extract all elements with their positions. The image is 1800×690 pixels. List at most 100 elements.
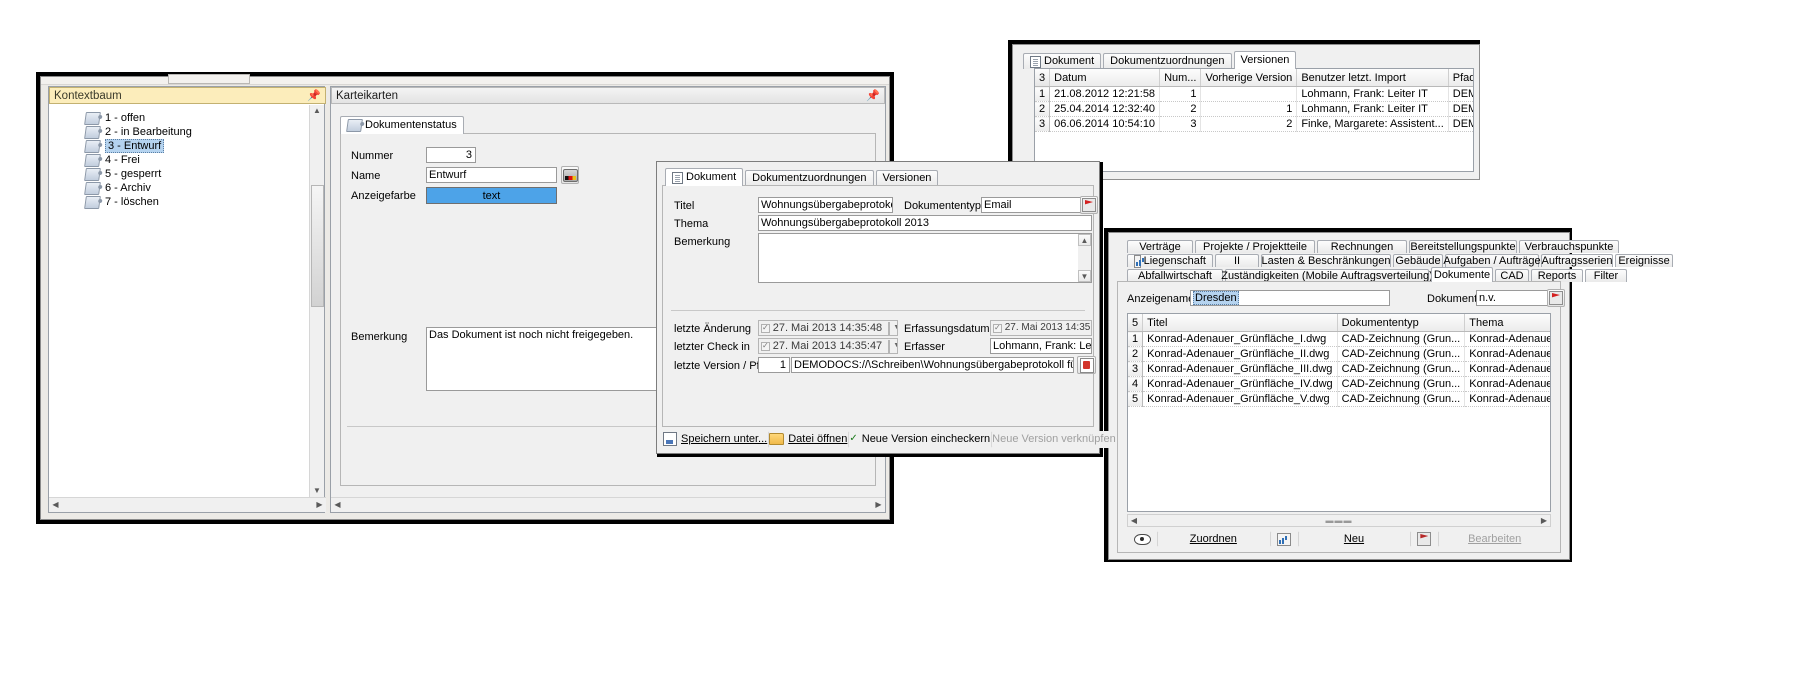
dokumententyp-flag-button[interactable] bbox=[1080, 196, 1098, 214]
tab-dokumentenstatus[interactable]: Dokumentenstatus bbox=[340, 116, 464, 134]
bearbeiten-button[interactable]: Bearbeiten bbox=[1438, 531, 1552, 547]
tab-label: Dokumentzuordnungen bbox=[752, 172, 867, 184]
bemerkung-textarea[interactable] bbox=[758, 233, 1092, 283]
scroll-up-arrow[interactable]: ▲ bbox=[310, 105, 324, 118]
tree-item-3[interactable]: 4 - Frei bbox=[50, 153, 308, 167]
col-pfad[interactable]: Pfad bbox=[1448, 69, 1473, 87]
dokument-input[interactable]: n.v. bbox=[1476, 290, 1548, 306]
table-row[interactable]: 4 Konrad-Adenauer_Grünfläche_IV.dwg CAD-… bbox=[1128, 376, 1550, 392]
scroll-left-arrow[interactable]: ◀ bbox=[49, 499, 62, 511]
tree-item-2[interactable]: 3 - Entwurf bbox=[50, 139, 308, 153]
table-row[interactable]: 1 Konrad-Adenauer_Grünfläche_I.dwg CAD-Z… bbox=[1128, 331, 1550, 347]
dokumente-hscrollbar[interactable]: ◀ ▬▬▬ ▶ bbox=[1127, 514, 1551, 527]
table-row[interactable]: 2 Konrad-Adenauer_Grünfläche_II.dwg CAD-… bbox=[1128, 346, 1550, 362]
dokumententyp-input[interactable]: Email bbox=[981, 197, 1081, 213]
chevron-down-icon[interactable]: ▼ bbox=[893, 321, 897, 335]
kontextbaum-tree[interactable]: 1 - offen 2 - in Bearbeitung 3 - Entwurf… bbox=[50, 105, 308, 498]
col-vorherige-version[interactable]: Vorherige Version bbox=[1200, 69, 1298, 87]
vorschau-button[interactable] bbox=[1127, 531, 1157, 547]
tab-versionen[interactable]: Versionen bbox=[1233, 51, 1297, 69]
erfassungsdatum-checkbox[interactable]: ✓ bbox=[993, 323, 1002, 333]
kontextbaum-vscrollbar[interactable]: ▲ ▼ bbox=[309, 105, 324, 498]
letzte-aenderung-checkbox[interactable]: ✓ bbox=[761, 323, 770, 333]
thema-input[interactable]: Wohnungsübergabeprotokoll 2013 bbox=[758, 215, 1092, 231]
letzte-aenderung-datepicker[interactable]: ✓ 27. Mai 2013 14:35:48 ▼ bbox=[758, 320, 898, 336]
nummer-input[interactable]: 3 bbox=[426, 147, 476, 163]
col-datum[interactable]: Datum bbox=[1049, 69, 1161, 87]
tab-dokument[interactable]: Dokument bbox=[665, 168, 744, 186]
scroll-thumb[interactable] bbox=[311, 185, 324, 307]
anzeigename-value: Dresden bbox=[1193, 291, 1239, 305]
table-row[interactable]: 5 Konrad-Adenauer_Grünfläche_V.dwg CAD-Z… bbox=[1128, 391, 1550, 407]
neue-version-eincheckern-button[interactable]: ✓ Neue Version eincheckern bbox=[848, 430, 992, 448]
neue-version-verknuepfen-button[interactable]: Neue Version verknüpfen bbox=[991, 430, 1117, 448]
tree-item-label: 1 - offen bbox=[105, 112, 146, 124]
erfassungsdatum-datepicker[interactable]: ✓ 27. Mai 2013 14:35:48 ▼ bbox=[990, 320, 1092, 336]
loeschen-button[interactable] bbox=[1410, 531, 1439, 547]
pin-icon[interactable]: 📌 bbox=[866, 88, 880, 104]
zuordnen-button[interactable]: Zuordnen bbox=[1157, 531, 1270, 547]
scroll-right-arrow[interactable]: ▶ bbox=[872, 499, 885, 511]
titel-input[interactable]: Wohnungsübergabeprotokoll für Ema bbox=[758, 197, 893, 213]
stamp-button[interactable] bbox=[561, 166, 579, 184]
spinner[interactable] bbox=[888, 339, 891, 353]
tab-filter[interactable]: Filter bbox=[1585, 269, 1627, 282]
status-icon bbox=[84, 153, 101, 167]
letzte-version-path[interactable]: DEMODOCS://\Schreiben\Wohnungsübergabepr… bbox=[791, 357, 1074, 373]
versions-grid[interactable]: 3 Datum Num... Vorherige Version Benutze… bbox=[1034, 68, 1474, 172]
col-titel[interactable]: Titel bbox=[1142, 314, 1338, 332]
table-row[interactable]: 1 21.08.2012 12:21:58 1 Lohmann, Frank: … bbox=[1035, 86, 1473, 102]
table-row[interactable]: 3 06.06.2014 10:54:10 3 2 Finke, Margare… bbox=[1035, 116, 1473, 132]
datei-oeffnen-button[interactable]: Datei öffnen bbox=[768, 430, 849, 448]
spinner[interactable] bbox=[888, 321, 891, 335]
tab-dokument[interactable]: Dokument bbox=[1023, 53, 1102, 69]
tree-item-6[interactable]: 7 - löschen bbox=[50, 195, 308, 209]
scroll-left-arrow[interactable]: ◀ bbox=[1128, 515, 1140, 527]
col-num[interactable]: Num... bbox=[1159, 69, 1202, 87]
scroll-down-arrow[interactable]: ▼ bbox=[1078, 270, 1091, 282]
tree-item-4[interactable]: 5 - gesperrt bbox=[50, 167, 308, 181]
col-dokumententyp[interactable]: Dokumententyp bbox=[1337, 314, 1466, 332]
chevron-down-icon[interactable]: ▼ bbox=[893, 339, 897, 353]
col-benutzer[interactable]: Benutzer letzt. Import bbox=[1296, 69, 1449, 87]
scroll-right-arrow[interactable]: ▶ bbox=[313, 499, 326, 511]
erfasser-input[interactable]: Lohmann, Frank: Leiter IT bbox=[990, 338, 1092, 354]
letzter-checkin-datepicker[interactable]: ✓ 27. Mai 2013 14:35:47 ▼ bbox=[758, 338, 898, 354]
tab-dokumentzuordnungen[interactable]: Dokumentzuordnungen bbox=[745, 170, 874, 186]
dokumente-grid[interactable]: 5 Titel Dokumententyp Thema 1 Konrad-Ade… bbox=[1127, 313, 1551, 512]
letzter-checkin-checkbox[interactable]: ✓ bbox=[761, 341, 770, 351]
letzte-version-number[interactable]: 1 bbox=[758, 357, 790, 373]
tab-dokumentzuordnungen[interactable]: Dokumentzuordnungen bbox=[1103, 53, 1232, 69]
cell-thema: Konrad-Adenauer_Grünfläche_II bbox=[1464, 346, 1550, 362]
kontextbaum-hscrollbar[interactable]: ◀ ▶ bbox=[49, 497, 326, 512]
table-row[interactable]: 2 25.04.2014 12:32:40 2 1 Lohmann, Frank… bbox=[1035, 101, 1473, 117]
pin-icon[interactable]: 📌 bbox=[307, 88, 321, 104]
bemerkung-vscrollbar[interactable]: ▲ ▼ bbox=[1078, 234, 1091, 282]
dokument-flag-button[interactable] bbox=[1547, 289, 1565, 307]
col-thema[interactable]: Thema bbox=[1464, 314, 1550, 332]
speichern-unter-button[interactable]: Speichern unter... bbox=[662, 430, 769, 448]
anzeigename-input[interactable]: Dresden bbox=[1190, 290, 1390, 306]
anzeigefarbe-swatch[interactable]: text bbox=[426, 187, 557, 204]
versions-row-count: 3 bbox=[1035, 69, 1051, 87]
row-number: 1 bbox=[1035, 86, 1051, 102]
toolbar-button-group[interactable] bbox=[168, 74, 250, 84]
kontextbaum-title: Kontextbaum bbox=[54, 89, 122, 102]
dokumentenstatus-tabstrip: Dokumentenstatus bbox=[340, 115, 876, 134]
scroll-left-arrow[interactable]: ◀ bbox=[331, 499, 344, 511]
table-row[interactable]: 3 Konrad-Adenauer_Grünfläche_III.dwg CAD… bbox=[1128, 361, 1550, 377]
scroll-up-arrow[interactable]: ▲ bbox=[1078, 234, 1091, 246]
nummer-label: Nummer bbox=[351, 150, 394, 162]
tab-dokumente[interactable]: Dokumente bbox=[1431, 267, 1493, 282]
name-input[interactable]: Entwurf bbox=[426, 167, 557, 183]
report-button[interactable] bbox=[1269, 531, 1298, 547]
tree-item-1[interactable]: 2 - in Bearbeitung bbox=[50, 125, 308, 139]
karteikarten-hscrollbar[interactable]: ◀ ▶ bbox=[331, 497, 885, 512]
tab-versionen[interactable]: Versionen bbox=[875, 170, 939, 186]
tree-item-0[interactable]: 1 - offen bbox=[50, 111, 308, 125]
tree-item-5[interactable]: 6 - Archiv bbox=[50, 181, 308, 195]
letzte-aenderung-value: 27. Mai 2013 14:35:48 bbox=[772, 322, 883, 334]
scroll-right-arrow[interactable]: ▶ bbox=[1538, 515, 1550, 527]
neu-button[interactable]: Neu bbox=[1297, 531, 1411, 547]
pfad-open-button[interactable] bbox=[1077, 356, 1096, 374]
